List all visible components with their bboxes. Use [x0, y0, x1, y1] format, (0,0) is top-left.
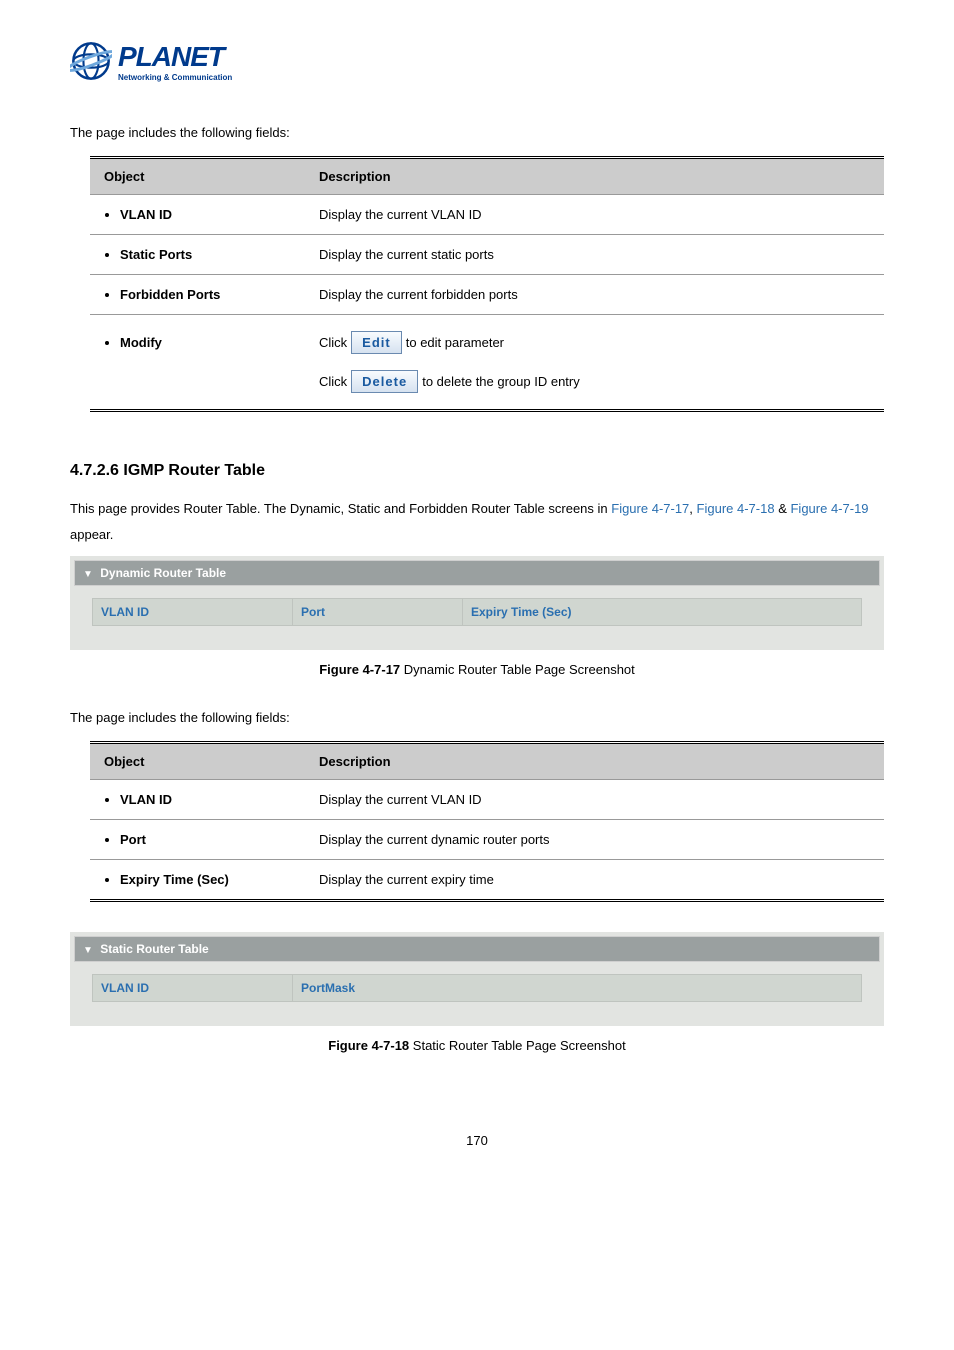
logo-subtitle: Networking & Communication: [118, 73, 232, 82]
panel-body-static: VLAN ID PortMask: [74, 962, 880, 1022]
obj-static-ports: Static Ports: [120, 245, 291, 264]
th-description-2: Description: [305, 743, 884, 780]
obj-modify: Modify: [120, 333, 291, 352]
desc-modify: Click Edit to edit parameter Click Delet…: [305, 315, 884, 411]
col-port: Port: [292, 598, 462, 626]
click-text-2: Click: [319, 374, 347, 389]
col-expiry: Expiry Time (Sec): [462, 598, 862, 626]
panel-title-static: Static Router Table: [100, 942, 208, 956]
definition-table-1: Object Description VLAN ID Display the c…: [90, 156, 884, 412]
panel-title-dynamic: Dynamic Router Table: [100, 566, 226, 580]
figure-link-4-7-18[interactable]: Figure 4-7-18: [697, 501, 775, 516]
obj2-vlan-id: VLAN ID: [120, 790, 291, 809]
col-vlan-id: VLAN ID: [92, 598, 292, 626]
para-pre: This page provides Router Table. The Dyn…: [70, 501, 611, 516]
delete-button-graphic: Delete: [351, 370, 418, 393]
figure-caption-2: Figure 4-7-18 Static Router Table Page S…: [70, 1038, 884, 1053]
section-paragraph: This page provides Router Table. The Dyn…: [70, 496, 884, 548]
figure-link-4-7-17[interactable]: Figure 4-7-17: [611, 501, 689, 516]
logo-text: PLANET Networking & Communication: [118, 41, 232, 82]
figcap2-bold: Figure 4-7-18: [328, 1038, 409, 1053]
static-router-table-panel: ▼ Static Router Table VLAN ID PortMask: [70, 932, 884, 1026]
panel-body-dynamic: VLAN ID Port Expiry Time (Sec): [74, 586, 880, 646]
th-object: Object: [90, 158, 305, 195]
static-col-headers: VLAN ID PortMask: [92, 974, 862, 1002]
dynamic-router-table-panel: ▼ Dynamic Router Table VLAN ID Port Expi…: [70, 556, 884, 650]
col-static-portmask: PortMask: [292, 974, 862, 1002]
amp: &: [775, 501, 791, 516]
figcap1-text: Dynamic Router Table Page Screenshot: [400, 662, 635, 677]
desc2-port: Display the current dynamic router ports: [305, 820, 884, 860]
desc-forbidden-ports: Display the current forbidden ports: [305, 275, 884, 315]
click-text-1: Click: [319, 335, 347, 350]
figure-caption-1: Figure 4-7-17 Dynamic Router Table Page …: [70, 662, 884, 677]
desc-vlan-id: Display the current VLAN ID: [305, 195, 884, 235]
click-post-1: to edit parameter: [406, 335, 504, 350]
dynamic-col-headers: VLAN ID Port Expiry Time (Sec): [92, 598, 862, 626]
desc2-vlan-id: Display the current VLAN ID: [305, 780, 884, 820]
collapse-arrow-icon-2: ▼: [83, 945, 93, 956]
page-number: 170: [70, 1133, 884, 1148]
desc2-expiry: Display the current expiry time: [305, 860, 884, 901]
edit-button-graphic: Edit: [351, 331, 402, 354]
obj2-port: Port: [120, 830, 291, 849]
intro-text-2: The page includes the following fields:: [70, 707, 884, 729]
obj-vlan-id: VLAN ID: [120, 205, 291, 224]
comma1: ,: [689, 501, 696, 516]
col-static-vlan-id: VLAN ID: [92, 974, 292, 1002]
para-post: appear.: [70, 527, 113, 542]
figure-link-4-7-19[interactable]: Figure 4-7-19: [790, 501, 868, 516]
obj-forbidden-ports: Forbidden Ports: [120, 285, 291, 304]
collapse-arrow-icon: ▼: [83, 569, 93, 580]
figcap1-bold: Figure 4-7-17: [319, 662, 400, 677]
click-post-2: to delete the group ID entry: [422, 374, 580, 389]
obj2-expiry: Expiry Time (Sec): [120, 870, 291, 889]
logo-title: PLANET: [118, 41, 232, 73]
panel-header-dynamic: ▼ Dynamic Router Table: [74, 560, 880, 586]
desc-static-ports: Display the current static ports: [305, 235, 884, 275]
planet-globe-icon: [70, 40, 112, 82]
panel-header-static: ▼ Static Router Table: [74, 936, 880, 962]
th-object-2: Object: [90, 743, 305, 780]
figcap2-text: Static Router Table Page Screenshot: [409, 1038, 626, 1053]
section-heading: 4.7.2.6 IGMP Router Table: [70, 462, 884, 480]
logo-block: PLANET Networking & Communication: [70, 40, 884, 82]
intro-text-1: The page includes the following fields:: [70, 122, 884, 144]
th-description: Description: [305, 158, 884, 195]
definition-table-2: Object Description VLAN ID Display the c…: [90, 741, 884, 902]
